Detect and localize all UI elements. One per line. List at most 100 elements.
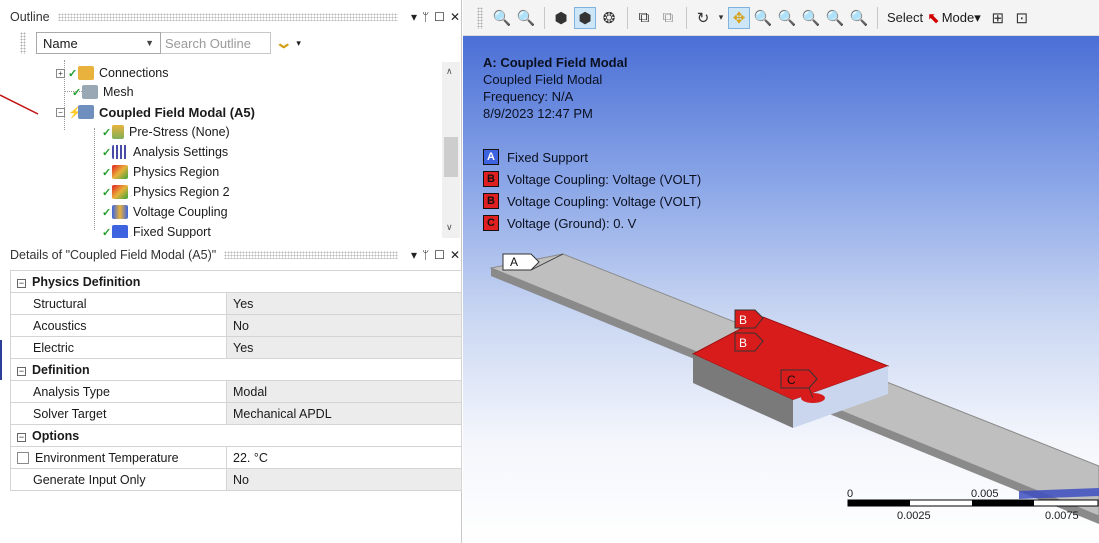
scroll-down-icon[interactable]: ∨: [446, 222, 453, 233]
table-row[interactable]: Solver Target Mechanical APDL: [10, 402, 462, 425]
collapse-icon[interactable]: −: [17, 278, 26, 288]
tree-item-connections[interactable]: + ✓ Connections: [56, 63, 169, 83]
outline-title: Outline: [10, 10, 50, 24]
maximize-icon[interactable]: ☐: [434, 248, 445, 262]
name-select-label: Name: [43, 35, 78, 51]
annotation-toggle-icon[interactable]: ⧉: [633, 7, 655, 29]
select-mesh-icon[interactable]: ⊞: [987, 7, 1009, 29]
chevron-down-icon[interactable]: ▾: [716, 7, 726, 29]
section-definition[interactable]: − Definition: [10, 358, 462, 381]
table-row[interactable]: Acoustics No: [10, 314, 462, 337]
name-column-select[interactable]: Name ▼: [36, 32, 161, 54]
table-row[interactable]: Environment Temperature 22. °C: [10, 446, 462, 469]
tree-item-label: Mesh: [103, 85, 134, 99]
property-name: Analysis Type: [10, 380, 227, 403]
close-icon[interactable]: ✕: [450, 248, 460, 262]
graphics-toolbar: 🔍 🔍 ⬢ ⬢ ❂ ⧉ ⧉ ↻ ▾ ✥ 🔍 🔍 🔍 🔍 🔍 Select ⬉ M…: [463, 0, 1099, 36]
pointer-icon: ⬉: [927, 9, 940, 27]
section-header[interactable]: − Physics Definition: [10, 270, 462, 293]
table-row[interactable]: Analysis Type Modal: [10, 380, 462, 403]
wireframe-icon[interactable]: ⬢: [550, 7, 572, 29]
close-icon[interactable]: ✕: [450, 10, 460, 24]
tree-item-physics-region[interactable]: ✓ Physics Region: [102, 162, 219, 182]
tree-item-coupled-field-modal[interactable]: − ⚡ Coupled Field Modal (A5): [56, 102, 255, 122]
panel-menu-icon[interactable]: ▾: [411, 248, 417, 262]
filter-dropdown-icon[interactable]: ▾: [296, 38, 301, 49]
tree-item-voltage-coupling[interactable]: ✓ Voltage Coupling: [102, 202, 228, 222]
tree-item-fixed-support[interactable]: ✓ Fixed Support: [102, 222, 211, 238]
table-row[interactable]: Structural Yes: [10, 292, 462, 315]
expand-icon[interactable]: +: [56, 68, 65, 78]
scale-label: 0.005: [971, 488, 999, 500]
shaded-icon[interactable]: ⬢: [574, 6, 596, 29]
scroll-up-icon[interactable]: ∧: [446, 66, 453, 77]
collapse-icon[interactable]: −: [17, 366, 26, 376]
scale-bar: 0 0.005 0.0025 0.0075: [847, 488, 1099, 528]
table-row[interactable]: Generate Input Only No: [10, 468, 462, 491]
scroll-thumb[interactable]: [444, 137, 458, 177]
tree-item-mesh[interactable]: ✓ Mesh: [72, 82, 134, 102]
physics-region-icon: [112, 165, 128, 179]
collapse-icon[interactable]: −: [17, 432, 26, 442]
select-label[interactable]: Select: [887, 10, 923, 25]
lightning-icon: ⚡: [68, 106, 82, 119]
select-extend-icon[interactable]: ⊡: [1011, 7, 1033, 29]
check-icon: ✓: [102, 206, 112, 219]
rotate-icon[interactable]: ↻: [692, 7, 714, 29]
graphics-viewport[interactable]: A: Coupled Field Modal Coupled Field Mod…: [463, 36, 1099, 543]
tree-item-physics-region-2[interactable]: ✓ Physics Region 2: [102, 182, 230, 202]
toolbar-grip[interactable]: [20, 32, 26, 54]
section-header[interactable]: − Definition: [10, 358, 462, 381]
collapse-icon[interactable]: −: [56, 107, 65, 117]
toolbar-separator: [544, 6, 545, 29]
zoom-out-icon[interactable]: 🔍: [515, 7, 537, 29]
prestress-icon: [112, 125, 124, 139]
zoom-fit-icon[interactable]: 🔍: [800, 7, 822, 29]
property-value[interactable]: 22. °C: [226, 446, 462, 469]
toolbar-grip[interactable]: [477, 6, 483, 29]
section-physics-definition[interactable]: − Physics Definition: [10, 270, 462, 293]
tree-item-pre-stress[interactable]: ✓ Pre-Stress (None): [102, 122, 230, 142]
search-outline-input[interactable]: Search Outline: [161, 32, 271, 54]
details-title-bar: Details of "Coupled Field Modal (A5)" ▾ …: [10, 244, 460, 266]
title-grip[interactable]: [224, 251, 398, 259]
zoom-selection-icon[interactable]: 🔍: [824, 7, 846, 29]
fixed-support-icon: [112, 225, 128, 238]
property-name: Generate Input Only: [10, 468, 227, 491]
panel-menu-icon[interactable]: ▾: [411, 10, 417, 24]
property-name: Environment Temperature: [35, 450, 179, 465]
property-value[interactable]: No: [226, 314, 462, 337]
tree-item-analysis-settings[interactable]: ✓ Analysis Settings: [102, 142, 228, 162]
scale-label: 0.0075: [1045, 510, 1079, 522]
outline-scrollbar[interactable]: ∧ ∨: [442, 62, 460, 238]
section-label: Options: [32, 428, 80, 443]
property-value[interactable]: Modal: [226, 380, 462, 403]
outline-tree: + ✓ Connections ✓ Mesh − ⚡ Coupled Field…: [10, 60, 442, 238]
title-grip[interactable]: [57, 13, 398, 21]
pin-icon[interactable]: ᛘ: [422, 10, 429, 24]
property-value[interactable]: Mechanical APDL: [226, 402, 462, 425]
section-header[interactable]: − Options: [10, 424, 462, 447]
mesh-icon: [82, 85, 98, 99]
parameter-checkbox[interactable]: [17, 452, 29, 465]
table-row[interactable]: Electric Yes: [10, 336, 462, 359]
pin-icon[interactable]: ᛘ: [422, 248, 429, 262]
property-value[interactable]: No: [226, 468, 462, 491]
svg-text:C: C: [787, 373, 796, 387]
section-options[interactable]: − Options: [10, 424, 462, 447]
zoom-icon[interactable]: 🔍: [752, 7, 774, 29]
pan-icon[interactable]: ✥: [728, 6, 750, 29]
property-value[interactable]: Yes: [226, 292, 462, 315]
magnifier-icon[interactable]: 🔍: [848, 7, 870, 29]
annotation-off-icon[interactable]: ⧉: [657, 7, 679, 29]
box-zoom-icon[interactable]: 🔍: [776, 7, 798, 29]
tree-item-label: Voltage Coupling: [133, 205, 228, 219]
toolbar-separator: [627, 6, 628, 29]
filter-chevron-icon[interactable]: ⌄: [274, 33, 293, 53]
property-value[interactable]: Yes: [226, 336, 462, 359]
model-geometry[interactable]: A B B C: [463, 36, 1099, 543]
mode-dropdown[interactable]: ⬉ Mode▾: [927, 9, 981, 27]
maximize-icon[interactable]: ☐: [434, 10, 445, 24]
zoom-to-fit-icon[interactable]: 🔍: [491, 7, 513, 29]
graphics-options-icon[interactable]: ❂: [598, 7, 620, 29]
